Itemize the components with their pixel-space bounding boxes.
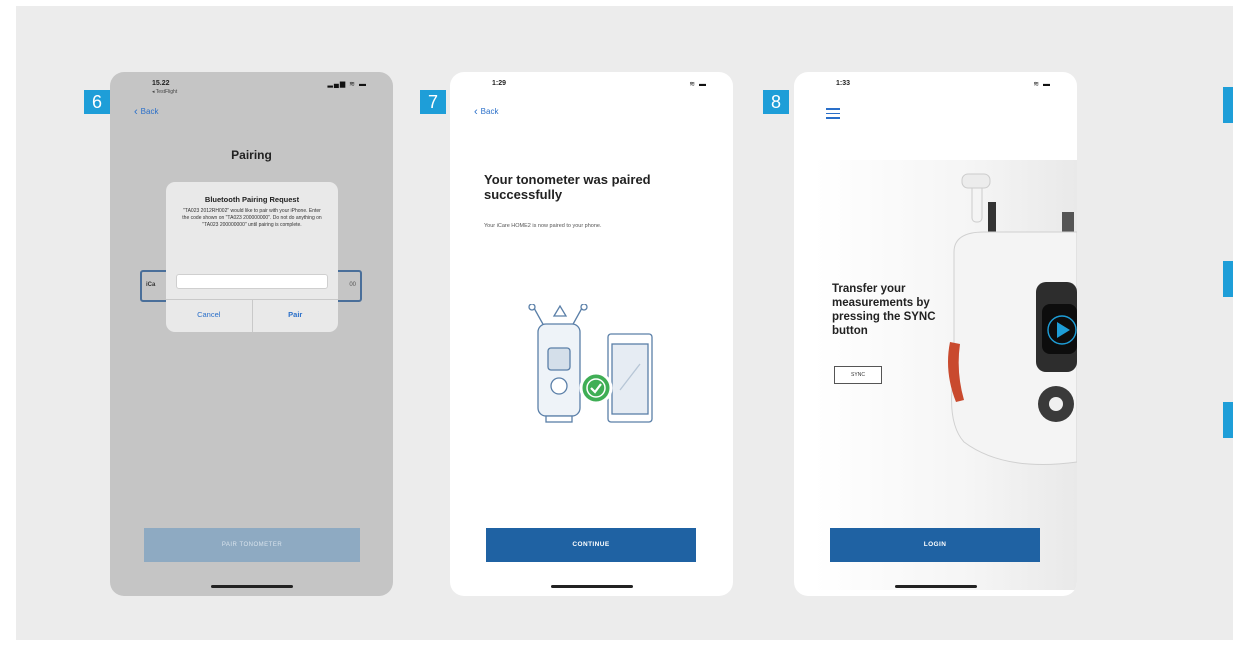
chevron-left-icon: ‹ — [134, 106, 138, 118]
pair-tonometer-button[interactable]: PAIR TONOMETER — [144, 528, 360, 562]
step-badge-7: 7 — [420, 90, 446, 114]
status-time: 1:29 — [492, 80, 507, 87]
continue-button[interactable]: CONTINUE — [486, 528, 696, 562]
side-accent-bar — [1223, 261, 1233, 297]
status-icons: ▂▄▆ ≋ ▬ — [327, 81, 367, 88]
side-accent-bar — [1223, 402, 1233, 438]
back-label: Back — [480, 107, 499, 116]
chevron-left-icon: ‹ — [474, 106, 478, 118]
success-title: Your tonometer was paired successfully — [484, 172, 651, 202]
login-button[interactable]: LOGIN — [830, 528, 1040, 562]
phone-screen-paired: 1:29 ≋ ▬ ‹ Back Your tonometer was paired… — [450, 72, 733, 596]
tonometer-icon — [528, 304, 588, 423]
status-icons: ≋ ▬ — [1033, 81, 1051, 88]
step-badge-8: 8 — [763, 90, 789, 114]
pairing-code-input[interactable] — [176, 274, 328, 289]
device-field-text: iCa — [146, 282, 156, 288]
hamburger-menu-icon[interactable] — [826, 108, 840, 119]
instruction-panel: 6 15.22 ◂ TestFlight ▂▄▆ ≋ ▬ ‹ Back Pairi… — [16, 6, 1233, 640]
check-circle-icon — [579, 371, 613, 405]
phone-icon — [607, 333, 653, 423]
tonometer-device-image — [948, 173, 1077, 465]
status-testflight: ◂ TestFlight — [152, 89, 178, 95]
home-indicator — [894, 585, 977, 588]
step-badge-6: 6 — [84, 90, 110, 114]
bluetooth-pairing-dialog: Bluetooth Pairing Request "TA023 2012RH0… — [166, 182, 338, 332]
phone-screen-sync: 1:33 ≋ ▬ Transfer your measurements by p… — [794, 72, 1077, 596]
back-button[interactable]: ‹ Back — [474, 106, 498, 118]
sync-instruction-title: Transfer your measurements by pressing t… — [832, 283, 936, 337]
dialog-message: "TA023 2012RH002" would like to pair wit… — [182, 208, 322, 228]
device-field-right: 00 — [349, 282, 356, 288]
home-indicator — [550, 585, 633, 588]
dialog-title: Bluetooth Pairing Request — [204, 195, 300, 204]
dialog-buttons: Cancel Pair — [166, 299, 338, 332]
paired-illustration — [528, 304, 653, 423]
back-button[interactable]: ‹ Back — [134, 106, 158, 118]
page-title: Pairing — [231, 148, 272, 162]
status-time: 15.22 — [152, 80, 170, 87]
phone-screen-pairing: 15.22 ◂ TestFlight ▂▄▆ ≋ ▬ ‹ Back Pairing… — [110, 72, 393, 596]
success-subtitle: Your iCare HOME2 is now paired to your p… — [484, 223, 602, 229]
pair-button[interactable]: Pair — [251, 300, 339, 332]
sync-button[interactable]: SYNC — [834, 366, 882, 384]
side-accent-bar — [1223, 87, 1233, 123]
back-label: Back — [140, 107, 159, 116]
status-icons: ≋ ▬ — [689, 81, 707, 88]
cancel-button[interactable]: Cancel — [166, 300, 252, 332]
home-indicator — [210, 585, 293, 588]
status-time: 1:33 — [836, 80, 851, 87]
